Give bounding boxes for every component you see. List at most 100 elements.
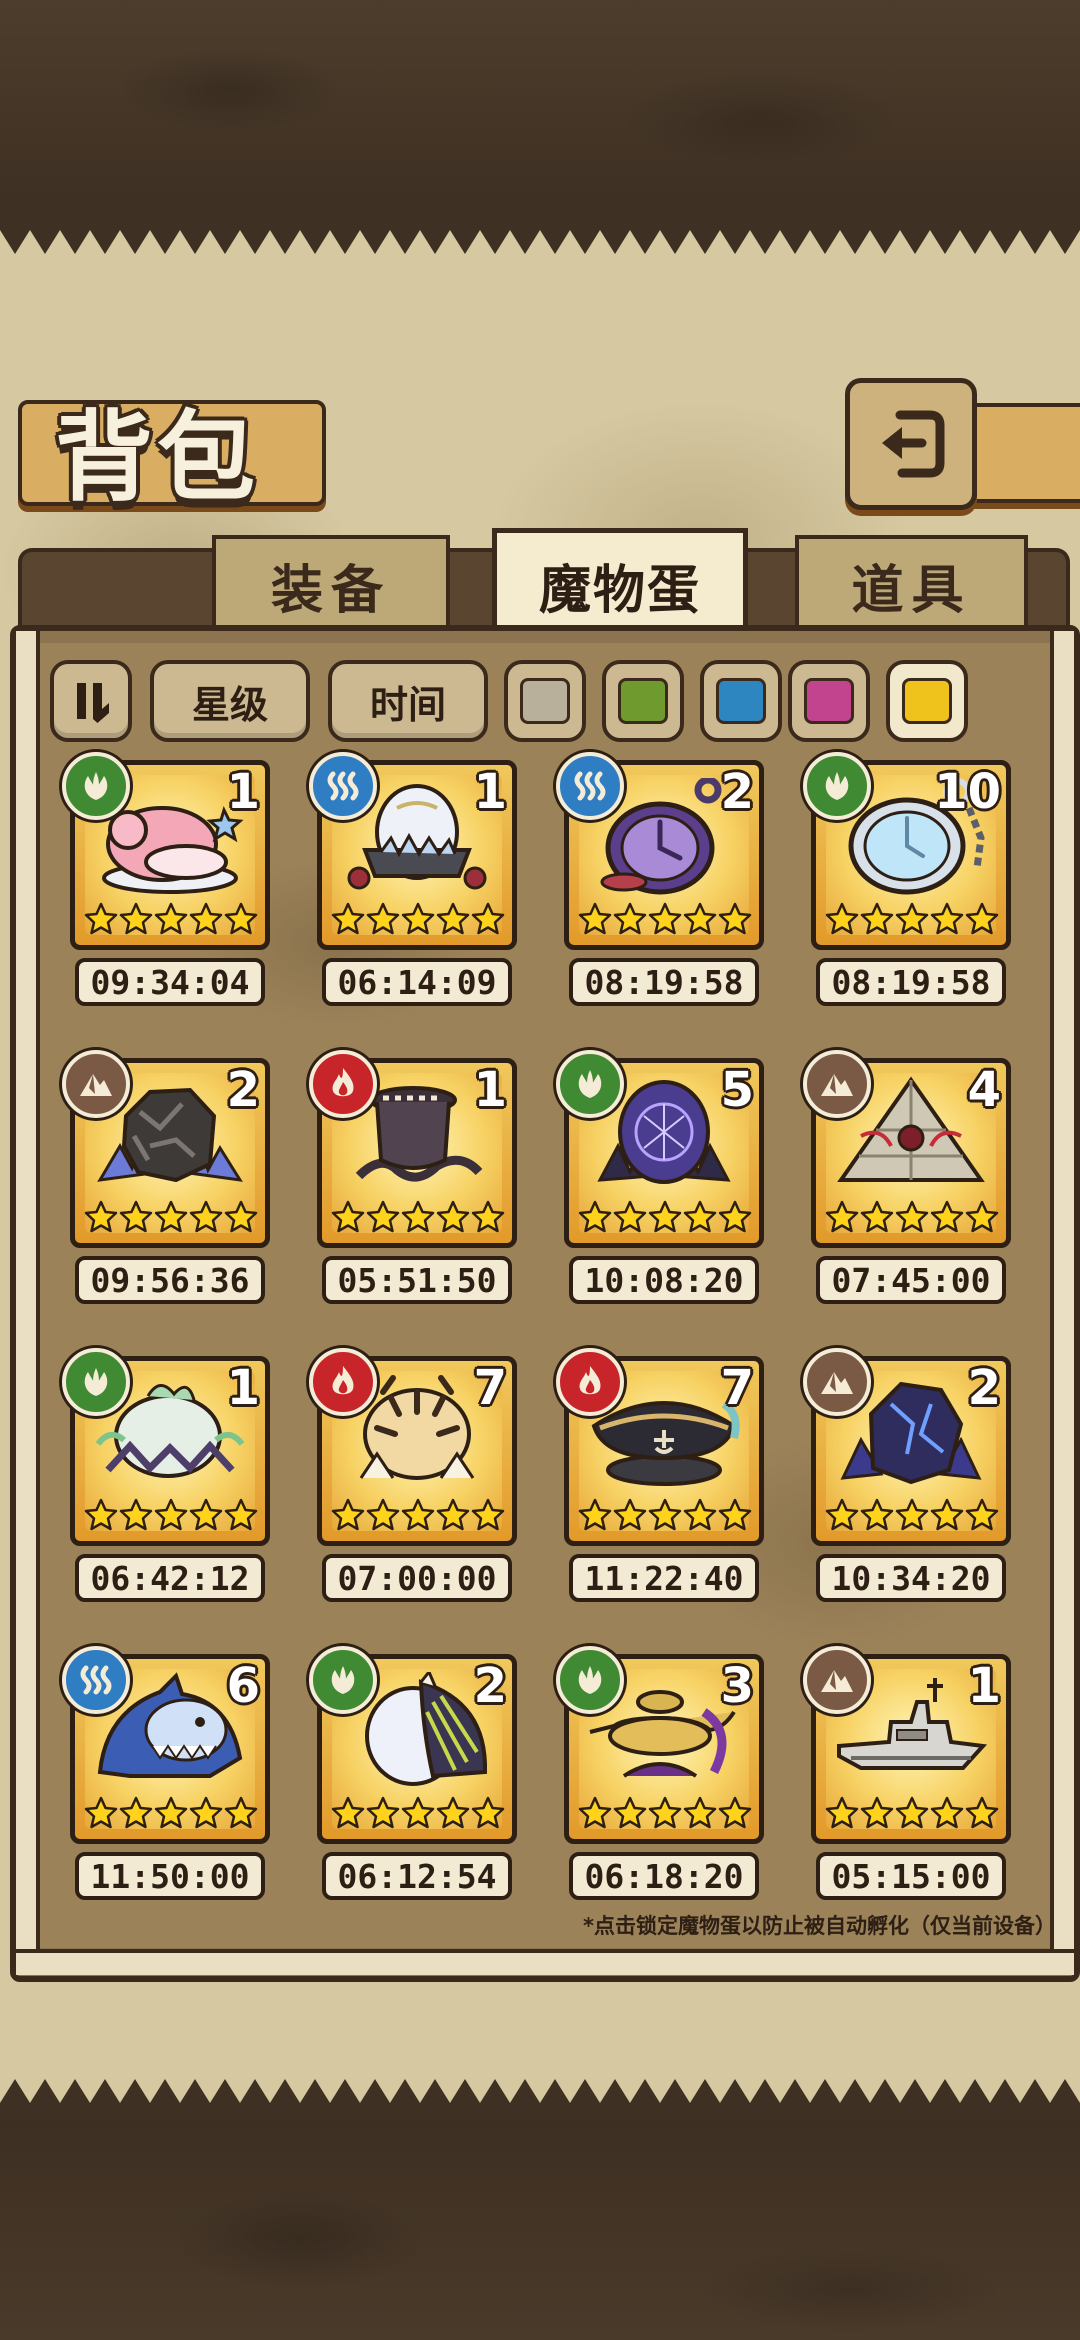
rarity-swatch-gray (520, 678, 570, 724)
egg-count: 2 (967, 1360, 1001, 1416)
star-icon (366, 1796, 400, 1830)
top-zigzag-border (0, 210, 1080, 254)
star-icon (471, 1796, 505, 1830)
hatch-timer: 11:22:40 (569, 1554, 759, 1602)
hatch-timer: 06:14:09 (322, 958, 512, 1006)
star-icon (895, 1498, 929, 1532)
egg-card[interactable]: 2 (309, 1646, 517, 1844)
sort-direction-icon (77, 683, 109, 723)
star-icon (825, 1796, 859, 1830)
hatch-timer: 06:12:54 (322, 1852, 512, 1900)
star-icon (578, 1498, 612, 1532)
hatch-timer: 09:56:36 (75, 1256, 265, 1304)
egg-card[interactable]: 1 (309, 1050, 517, 1248)
mountain-icon (817, 1660, 857, 1700)
star-icon (84, 902, 118, 936)
star-icon (965, 1498, 999, 1532)
back-button[interactable] (845, 378, 977, 510)
star-icon (366, 1200, 400, 1234)
rarity-filter-gold[interactable] (886, 660, 968, 742)
star-icon (683, 1796, 717, 1830)
hatch-timer: 05:15:00 (816, 1852, 1006, 1900)
star-icon (331, 1498, 365, 1532)
star-icon (683, 902, 717, 936)
mountain-icon (817, 1362, 857, 1402)
rarity-swatch-green (618, 678, 668, 724)
leaf-icon (76, 766, 116, 806)
star-icon (578, 1796, 612, 1830)
egg-count: 1 (473, 764, 507, 820)
star-icon (860, 1796, 894, 1830)
nature-element-badge (62, 752, 130, 820)
lock-hint-note: *点击锁定魔物蛋以防止被自动孵化（仅当前设备） (583, 1914, 1056, 1938)
star-rating (331, 1498, 507, 1542)
egg-card[interactable]: 5 (556, 1050, 764, 1248)
panel-frame-right (1050, 631, 1074, 1953)
star-icon (683, 1498, 717, 1532)
star-rating (84, 1498, 260, 1542)
egg-card[interactable]: 1 (803, 1646, 1011, 1844)
star-icon (613, 1796, 647, 1830)
star-icon (471, 1200, 505, 1234)
star-icon (718, 1796, 752, 1830)
egg-card[interactable]: 1 (62, 752, 270, 950)
star-icon (471, 1498, 505, 1532)
rarity-filter-pink[interactable] (788, 660, 870, 742)
star-icon (436, 1498, 470, 1532)
star-icon (401, 1498, 435, 1532)
egg-count: 2 (473, 1658, 507, 1714)
egg-card[interactable]: 1 (62, 1348, 270, 1546)
star-icon (895, 902, 929, 936)
star-icon (331, 1200, 365, 1234)
rarity-filter-gray[interactable] (504, 660, 586, 742)
nature-element-badge (803, 752, 871, 820)
wave-icon (570, 766, 610, 806)
sort-order-toggle[interactable] (50, 660, 132, 742)
egg-card[interactable]: 1 (309, 752, 517, 950)
sort-by-star-button[interactable]: 星级 (150, 660, 310, 742)
egg-card[interactable]: 2 (62, 1050, 270, 1248)
water-element-badge (62, 1646, 130, 1714)
hatch-timer: 05:51:50 (322, 1256, 512, 1304)
rarity-filter-blue[interactable] (700, 660, 782, 742)
star-icon (119, 1498, 153, 1532)
egg-card[interactable]: 2 (556, 752, 764, 950)
egg-count: 1 (967, 1658, 1001, 1714)
bottom-background (0, 2120, 1080, 2340)
earth-element-badge (803, 1050, 871, 1118)
egg-card[interactable]: 2 (803, 1348, 1011, 1546)
star-icon (930, 1498, 964, 1532)
egg-card[interactable]: 7 (309, 1348, 517, 1546)
star-icon (648, 1498, 682, 1532)
star-rating (578, 902, 754, 946)
egg-card[interactable]: 10 (803, 752, 1011, 950)
star-icon (84, 1200, 118, 1234)
tab-items[interactable]: 道具 (795, 535, 1028, 631)
egg-card[interactable]: 7 (556, 1348, 764, 1546)
star-icon (825, 1200, 859, 1234)
sort-by-star-label: 星级 (191, 682, 268, 727)
rarity-filter-green[interactable] (602, 660, 684, 742)
star-icon (224, 902, 258, 936)
star-rating (825, 1200, 1001, 1244)
star-icon (84, 1796, 118, 1830)
wave-icon (323, 766, 363, 806)
sort-by-time-button[interactable]: 时间 (328, 660, 488, 742)
egg-card[interactable]: 6 (62, 1646, 270, 1844)
return-arrow-icon (882, 410, 945, 478)
egg-card[interactable]: 4 (803, 1050, 1011, 1248)
hatch-timer: 10:34:20 (816, 1554, 1006, 1602)
star-icon (471, 902, 505, 936)
hatch-timer: 08:19:58 (816, 958, 1006, 1006)
water-element-badge (556, 752, 624, 820)
tab-monster-eggs[interactable]: 魔物蛋 (492, 528, 748, 637)
star-icon (683, 1200, 717, 1234)
star-icon (224, 1498, 258, 1532)
star-icon (718, 902, 752, 936)
star-icon (718, 1498, 752, 1532)
egg-card[interactable]: 3 (556, 1646, 764, 1844)
fire-element-badge (309, 1348, 377, 1416)
egg-count: 4 (967, 1062, 1001, 1118)
leaf-icon (323, 1660, 363, 1700)
tab-equipment[interactable]: 装备 (212, 535, 450, 631)
